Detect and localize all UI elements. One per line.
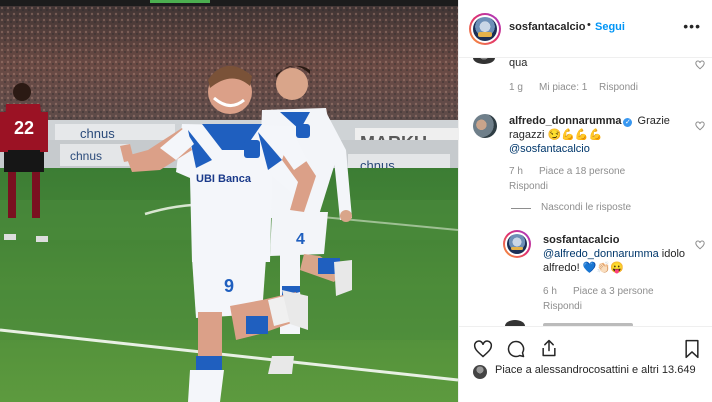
reply-time: 6 h	[543, 286, 557, 297]
comment-likes[interactable]: Mi piace: 1	[539, 82, 587, 93]
comment-mention[interactable]: @sosfantacalcio	[509, 143, 590, 155]
comment-time: 1 g	[509, 82, 523, 93]
reply-heart-icon[interactable]	[695, 240, 705, 250]
bookmark-icon[interactable]	[683, 339, 701, 359]
post-header: sosfantacalcio • Segui •••	[459, 0, 712, 58]
verified-badge-icon: ✓	[623, 118, 633, 127]
comment-body: alfredo_donnarumma ✓ Grazie ragazzi 😏💪💪💪 …	[509, 114, 687, 156]
comment-time: 7 h	[509, 166, 523, 177]
reply-likes[interactable]: Piace a 3 persone	[573, 286, 654, 297]
reply-mention[interactable]: @alfredo_donnarumma	[543, 248, 659, 260]
author-username[interactable]: sosfantacalcio	[509, 21, 585, 33]
commenter-avatar[interactable]	[473, 114, 497, 138]
board-text: chnus	[80, 126, 115, 141]
hide-replies-line	[511, 208, 531, 209]
liker-avatar[interactable]	[473, 365, 487, 379]
replier-username[interactable]: sosfantacalcio	[543, 234, 619, 246]
comment-heart-icon[interactable]	[695, 60, 705, 70]
follow-button[interactable]: Segui	[595, 21, 625, 33]
hide-replies-button[interactable]: Nascondi le risposte	[541, 202, 631, 213]
header-separator: •	[587, 19, 591, 31]
comment-heart-icon[interactable]	[695, 121, 705, 131]
instagram-post-modal: chnus MARKU chnus chnus	[0, 0, 712, 402]
board-text: chnus	[70, 149, 102, 163]
football-celebration-photo: chnus MARKU chnus chnus	[0, 0, 458, 402]
comment-likes[interactable]: Piace a 18 persone	[539, 166, 625, 177]
replier-avatar[interactable]	[503, 230, 531, 258]
reply-button[interactable]: Rispondi	[509, 181, 548, 192]
comment-icon[interactable]	[506, 339, 526, 359]
post-actions: Piace a alessandrocosattini e altri 13.6…	[459, 326, 712, 402]
commenter-username[interactable]: alfredo_donnarumma	[509, 115, 621, 127]
comments-list[interactable]: qua 1 g Mi piace: 1 Rispondi alfredo_don…	[459, 58, 712, 326]
liked-by-text[interactable]: Piace a alessandrocosattini e altri 13.6…	[495, 363, 705, 378]
reply-body: sosfantacalcio @alfredo_donnarumma idolo…	[543, 233, 689, 275]
heart-icon[interactable]	[473, 339, 493, 359]
reply-button[interactable]: Rispondi	[599, 82, 638, 93]
shorts-number: 4	[296, 231, 305, 248]
kit-sponsor: UBI Banca	[196, 173, 252, 185]
more-dots-icon[interactable]: •••	[683, 18, 701, 34]
reply-button[interactable]: Rispondi	[543, 301, 582, 312]
shorts-number: 9	[224, 276, 234, 296]
commenter-avatar[interactable]	[473, 58, 495, 64]
shirt-number: 22	[14, 118, 34, 138]
comment-text: qua	[509, 58, 528, 69]
share-icon[interactable]	[539, 338, 559, 358]
post-side-panel: sosfantacalcio • Segui ••• qua 1 g Mi pi…	[458, 0, 712, 402]
author-avatar[interactable]	[469, 13, 501, 45]
post-photo[interactable]: chnus MARKU chnus chnus	[0, 0, 458, 402]
